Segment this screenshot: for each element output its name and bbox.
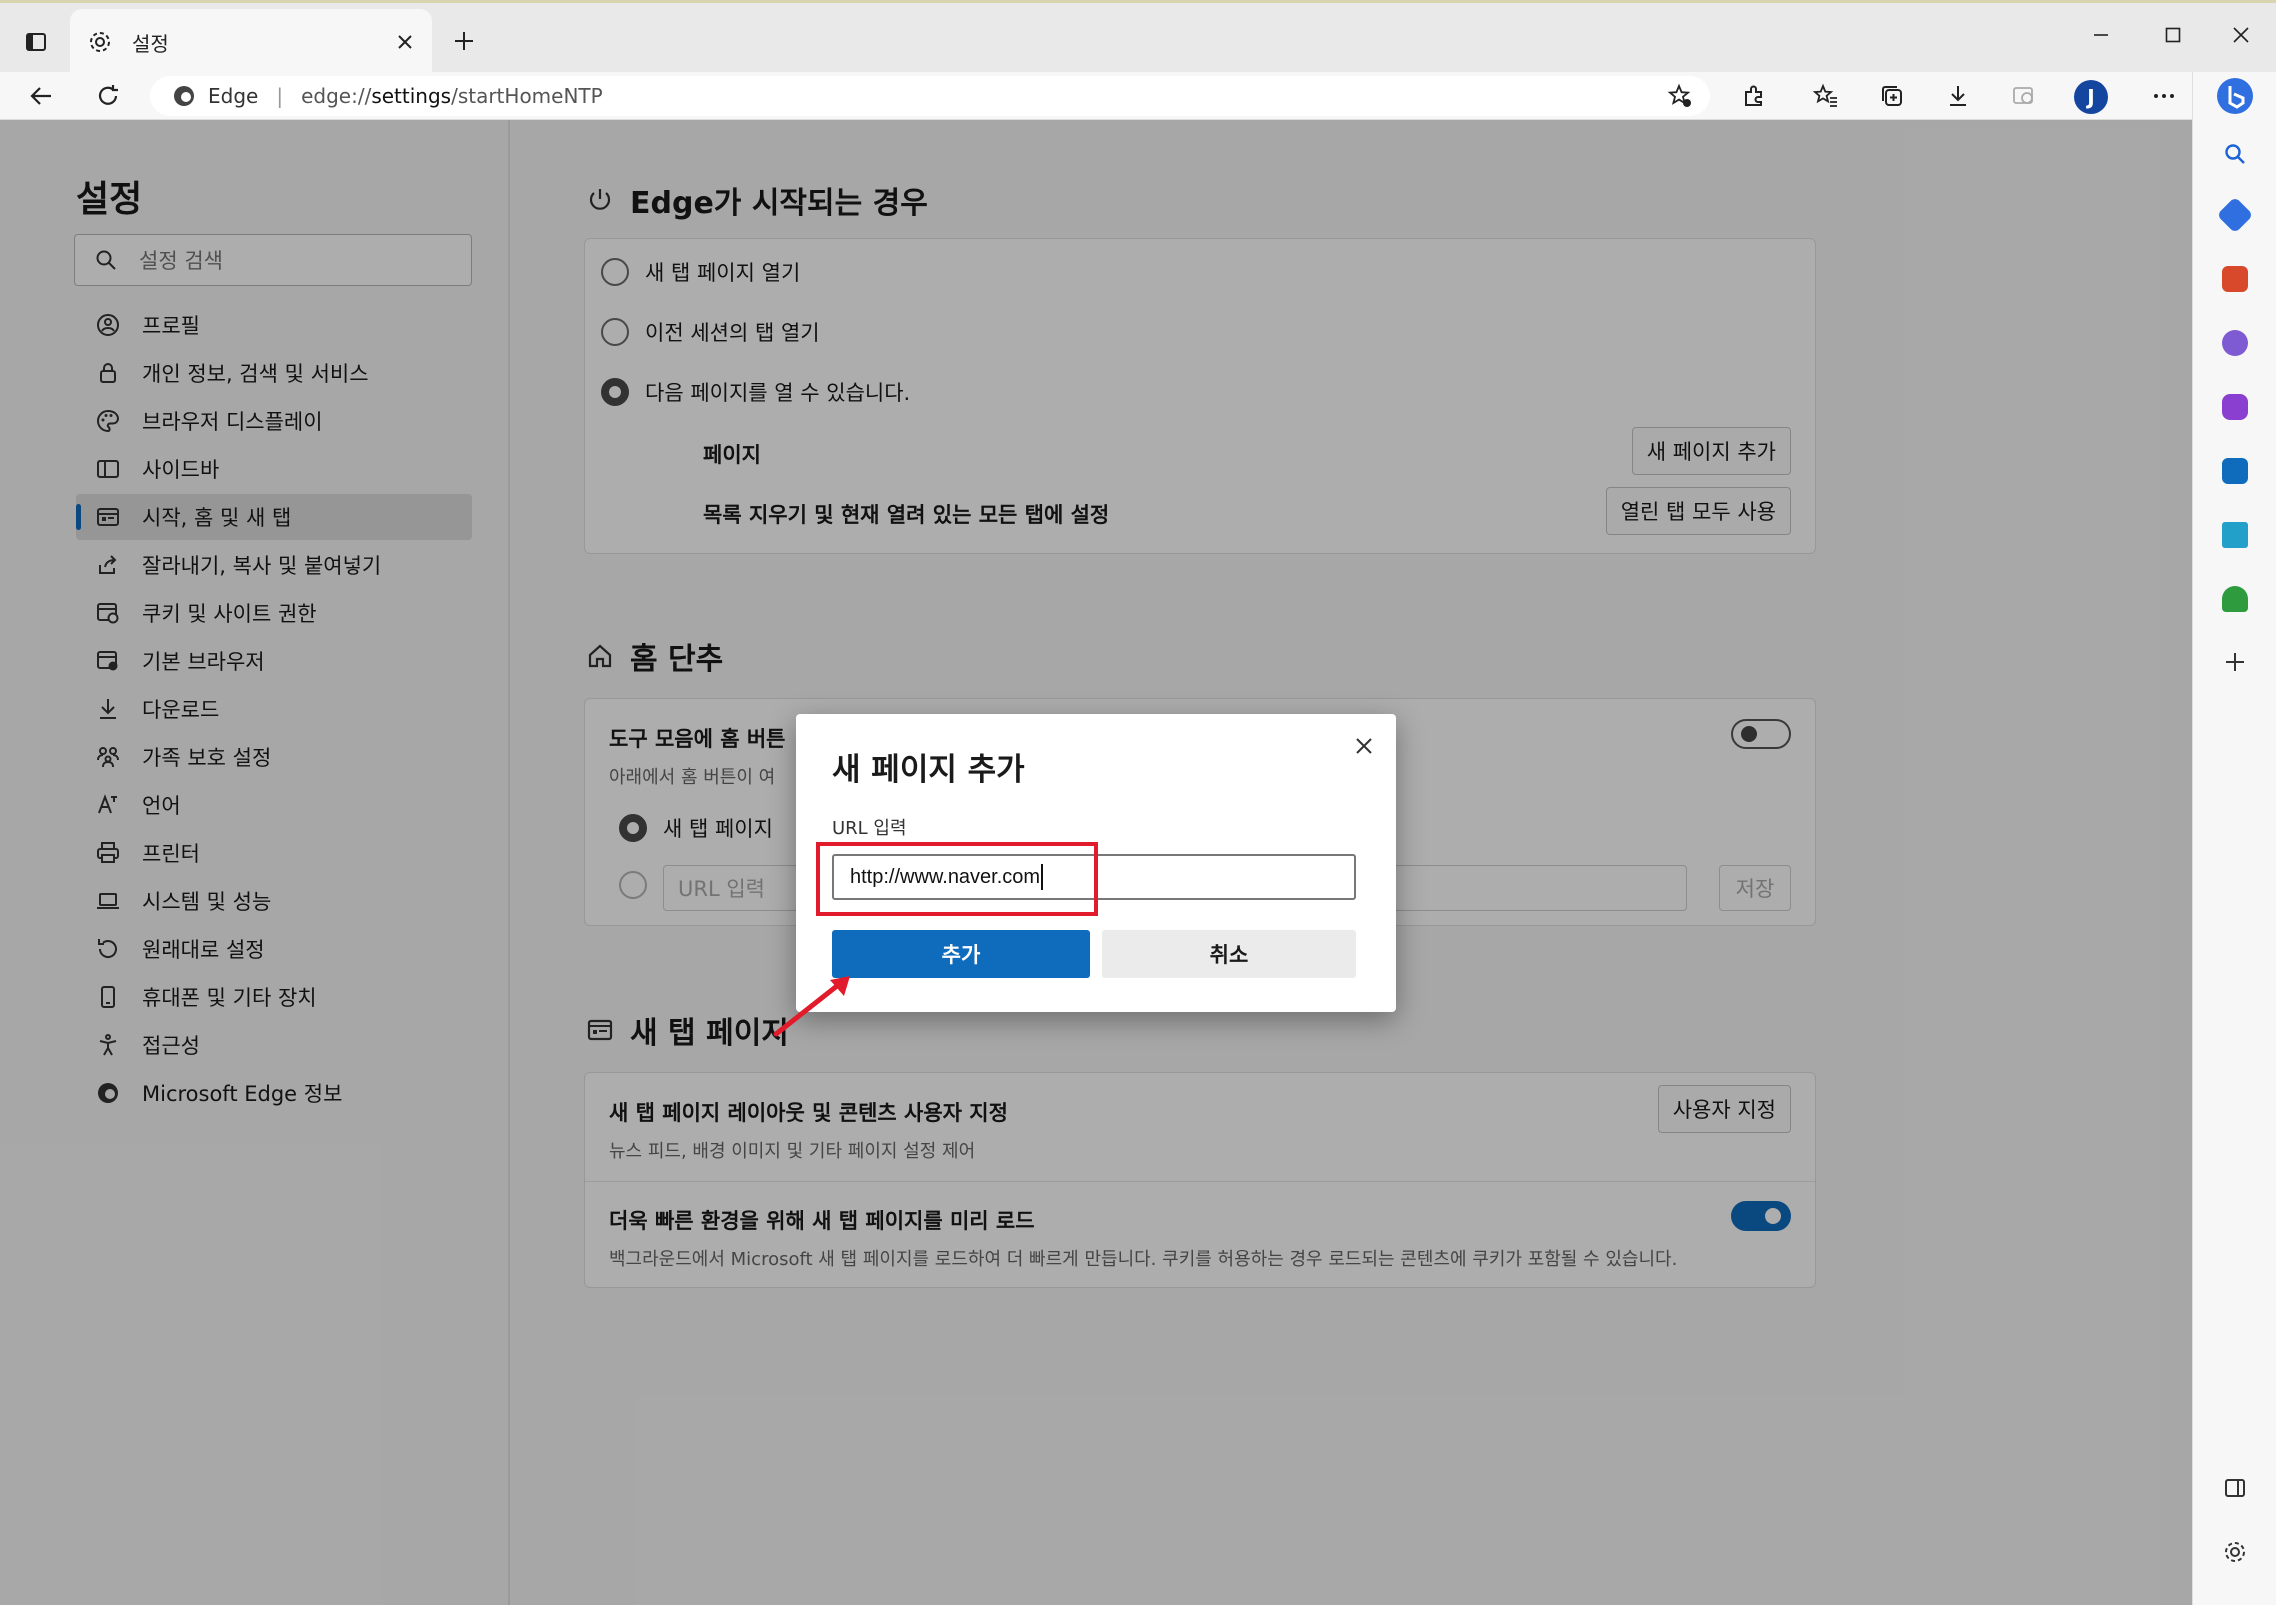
- maximize-button[interactable]: [2140, 15, 2206, 55]
- downloads-button[interactable]: [1934, 72, 1982, 120]
- sidebar-search-button[interactable]: [2213, 132, 2257, 176]
- browser-toolbar: Edge | edge://settings/startHomeNTP J: [0, 72, 2276, 120]
- address-url: edge://settings/startHomeNTP: [301, 84, 603, 108]
- star-plus-icon: [1667, 83, 1691, 107]
- site-label: Edge: [208, 84, 259, 108]
- favorites-star-icon: [1813, 83, 1837, 107]
- extensions-button[interactable]: [1730, 72, 1778, 120]
- address-separator: |: [276, 84, 284, 108]
- tab-actions-button[interactable]: [14, 23, 58, 61]
- edge-sidebar: [2192, 72, 2276, 1605]
- games-icon[interactable]: [2222, 330, 2248, 356]
- tab-actions-icon: [26, 33, 46, 51]
- collections-icon: [1882, 86, 1902, 106]
- add-sidebar-app-button[interactable]: [2213, 640, 2257, 684]
- back-button[interactable]: [18, 72, 66, 120]
- outlook-icon[interactable]: [2222, 458, 2248, 484]
- more-menu-button[interactable]: [2140, 72, 2188, 120]
- puzzle-icon: [1745, 85, 1762, 106]
- shopping-tag-icon[interactable]: [2216, 196, 2254, 234]
- ie-mode-button[interactable]: [2000, 72, 2048, 120]
- add-button[interactable]: 추가: [832, 930, 1090, 978]
- tools-icon[interactable]: [2222, 266, 2248, 292]
- gear-icon: [2225, 1542, 2245, 1562]
- collections-button[interactable]: [1868, 72, 1916, 120]
- dialog-title: 새 페이지 추가: [832, 752, 1025, 788]
- refresh-button[interactable]: [84, 72, 132, 120]
- edge-logo-icon: [174, 86, 194, 106]
- close-icon: [2233, 27, 2249, 43]
- tab-strip: 설정: [0, 0, 2276, 75]
- dialog-close-button[interactable]: [1346, 728, 1382, 764]
- plus-icon: [2226, 653, 2244, 671]
- more-dots-icon: [2154, 94, 2174, 98]
- plus-icon: [455, 32, 473, 50]
- hide-sidebar-button[interactable]: [2213, 1466, 2257, 1510]
- microsoft365-icon[interactable]: [2222, 394, 2248, 420]
- copilot-button[interactable]: [2213, 74, 2257, 118]
- close-tab-icon[interactable]: [396, 33, 414, 51]
- refresh-icon: [98, 85, 118, 105]
- active-tab[interactable]: 설정: [70, 9, 432, 75]
- sidebar-settings-button[interactable]: [2213, 1530, 2257, 1574]
- back-arrow-icon: [30, 87, 51, 105]
- cancel-button[interactable]: 취소: [1102, 930, 1356, 978]
- send-icon[interactable]: [2222, 522, 2248, 548]
- tab-title: 설정: [132, 31, 169, 56]
- favorites-button[interactable]: [1802, 72, 1850, 120]
- tree-icon[interactable]: [2222, 586, 2248, 612]
- minimize-button[interactable]: [2068, 15, 2134, 55]
- gear-icon: [90, 32, 110, 52]
- maximize-icon: [2165, 27, 2181, 43]
- address-bar[interactable]: Edge | edge://settings/startHomeNTP: [150, 76, 1710, 116]
- sidebar-panel-icon: [2225, 1479, 2245, 1497]
- url-input-label: URL 입력: [832, 818, 907, 839]
- copilot-icon: [2217, 78, 2253, 114]
- download-icon: [1950, 86, 1966, 106]
- annotation-arrow-icon: [773, 976, 850, 1037]
- new-tab-button[interactable]: [442, 21, 486, 61]
- close-icon: [1356, 738, 1372, 754]
- ie-mode-icon: [2013, 87, 2033, 104]
- search-icon: [2225, 144, 2245, 164]
- close-window-button[interactable]: [2208, 15, 2274, 55]
- minimize-icon: [2094, 34, 2108, 36]
- annotation-highlight-box: [816, 842, 1098, 916]
- add-favorite-button[interactable]: [1664, 80, 1696, 112]
- profile-avatar[interactable]: J: [2074, 80, 2108, 114]
